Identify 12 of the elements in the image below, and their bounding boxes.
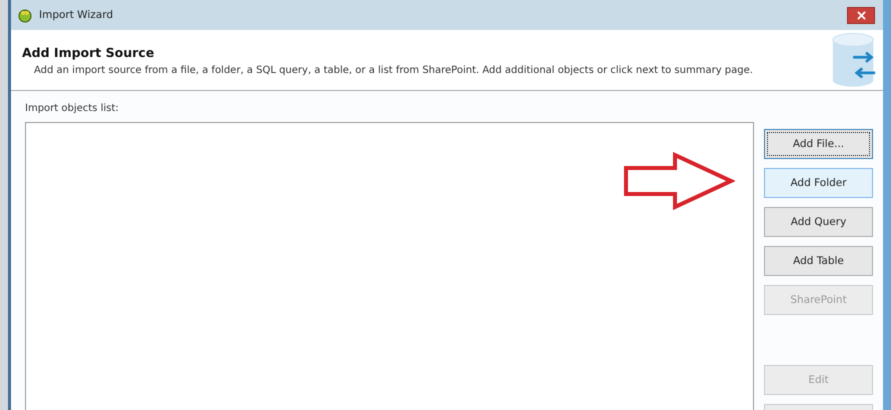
- page-description: Add an import source from a file, a folder, a SQL query, a table, or a list from SharePoint. Add additional objects or click next to summary page.: [33, 64, 754, 76]
- action-button[interactable]: Add Folder: [764, 168, 873, 198]
- action-button[interactable]: Add File...: [764, 129, 873, 159]
- close-icon: [856, 10, 866, 20]
- page-title: Add Import Source: [22, 44, 156, 60]
- window-title: Import Wizard: [39, 9, 114, 21]
- app-icon: [17, 7, 33, 23]
- action-button[interactable]: Add Query: [764, 207, 873, 237]
- action-button[interactable]: Add Table: [764, 246, 873, 276]
- close-button[interactable]: [847, 6, 875, 24]
- database-sync-icon: [831, 32, 877, 88]
- list-label: Import objects list:: [25, 103, 119, 114]
